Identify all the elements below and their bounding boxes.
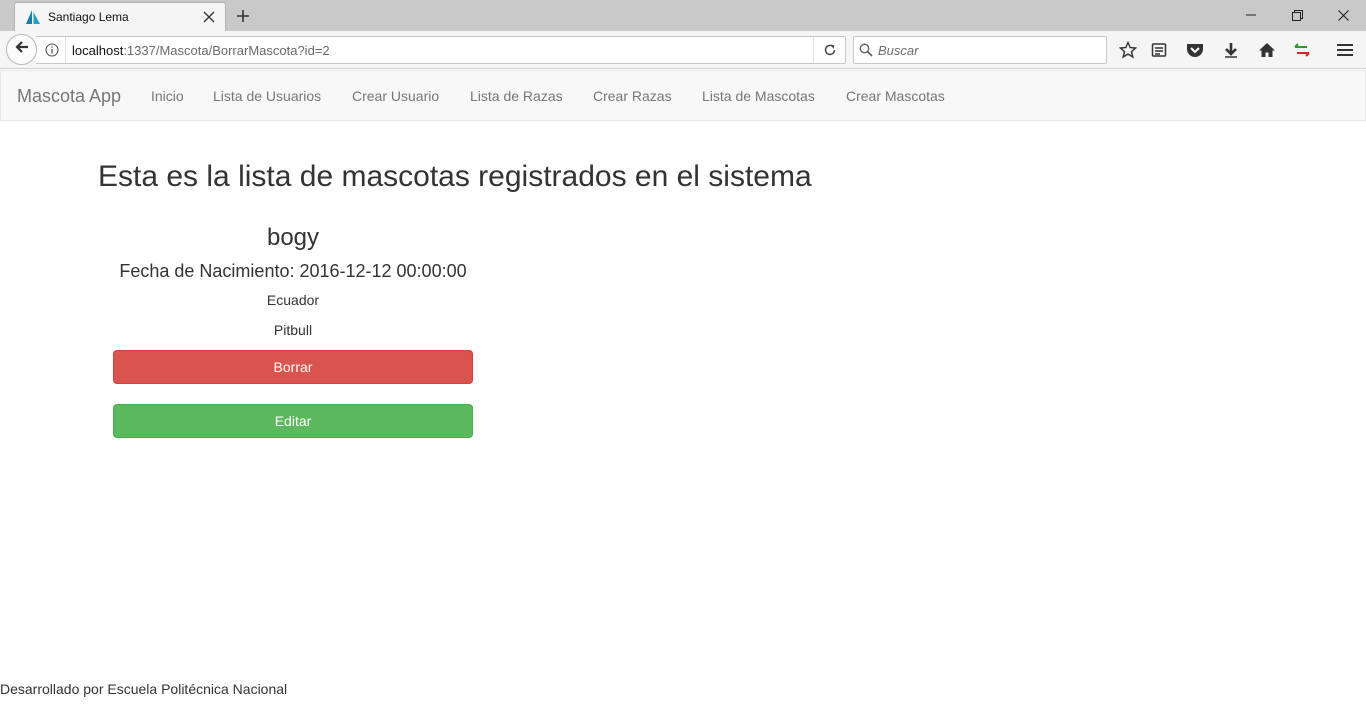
nav-link-lista-razas[interactable]: Lista de Razas (470, 88, 563, 104)
url-path: :1337/Mascota/BorrarMascota?id=2 (123, 42, 330, 58)
url-bar[interactable]: localhost:1337/Mascota/BorrarMascota?id=… (36, 36, 846, 64)
sync-icon[interactable] (1287, 36, 1317, 64)
edit-button[interactable]: Editar (113, 404, 473, 438)
close-tab-icon[interactable] (197, 5, 221, 29)
nav-link-lista-mascotas[interactable]: Lista de Mascotas (702, 88, 815, 104)
reload-icon[interactable] (813, 37, 845, 63)
restore-window-icon[interactable] (1274, 0, 1320, 30)
home-icon[interactable] (1252, 36, 1282, 64)
search-icon (854, 37, 878, 63)
search-bar[interactable] (853, 36, 1107, 64)
nav-link-crear-usuario[interactable]: Crear Usuario (352, 88, 439, 104)
close-window-icon[interactable] (1320, 0, 1366, 30)
pet-birth-date: Fecha de Nacimiento: 2016-12-12 00:00:00 (119, 261, 467, 281)
url-text[interactable]: localhost:1337/Mascota/BorrarMascota?id=… (66, 43, 813, 58)
pocket-icon[interactable] (1180, 36, 1210, 64)
download-icon[interactable] (1216, 36, 1246, 64)
star-icon[interactable] (1113, 36, 1143, 64)
url-host: localhost (72, 42, 124, 58)
nav-link-lista-usuarios[interactable]: Lista de Usuarios (213, 88, 321, 104)
back-arrow-icon (14, 39, 30, 60)
menu-icon[interactable] (1330, 36, 1360, 64)
footer-text: Desarrollado por Escuela Politécnica Nac… (0, 681, 288, 697)
info-icon[interactable] (38, 37, 66, 63)
nav-link-crear-razas[interactable]: Crear Razas (593, 88, 672, 104)
sails-favicon-icon (25, 9, 41, 25)
minimize-window-icon[interactable] (1228, 0, 1274, 30)
new-tab-icon[interactable] (230, 4, 256, 28)
back-button[interactable] (6, 34, 37, 65)
tab-strip: Santiago Lema (0, 0, 1366, 31)
pet-breed: Pitbull (273, 322, 313, 338)
page-title: Esta es la lista de mascotas registrados… (98, 160, 812, 193)
app-navbar: Mascota App Inicio Lista de Usuarios Cre… (0, 70, 1366, 121)
delete-button[interactable]: Borrar (113, 350, 473, 384)
nav-link-inicio[interactable]: Inicio (151, 88, 184, 104)
pet-country: Ecuador (266, 292, 320, 308)
browser-tab[interactable]: Santiago Lema (14, 2, 226, 31)
nav-link-crear-mascotas[interactable]: Crear Mascotas (846, 88, 945, 104)
pet-name: bogy (266, 224, 320, 251)
search-input[interactable] (878, 42, 1098, 58)
reading-list-icon[interactable] (1144, 36, 1174, 64)
tab-title: Santiago Lema (48, 10, 129, 24)
navbar-brand[interactable]: Mascota App (17, 86, 121, 107)
